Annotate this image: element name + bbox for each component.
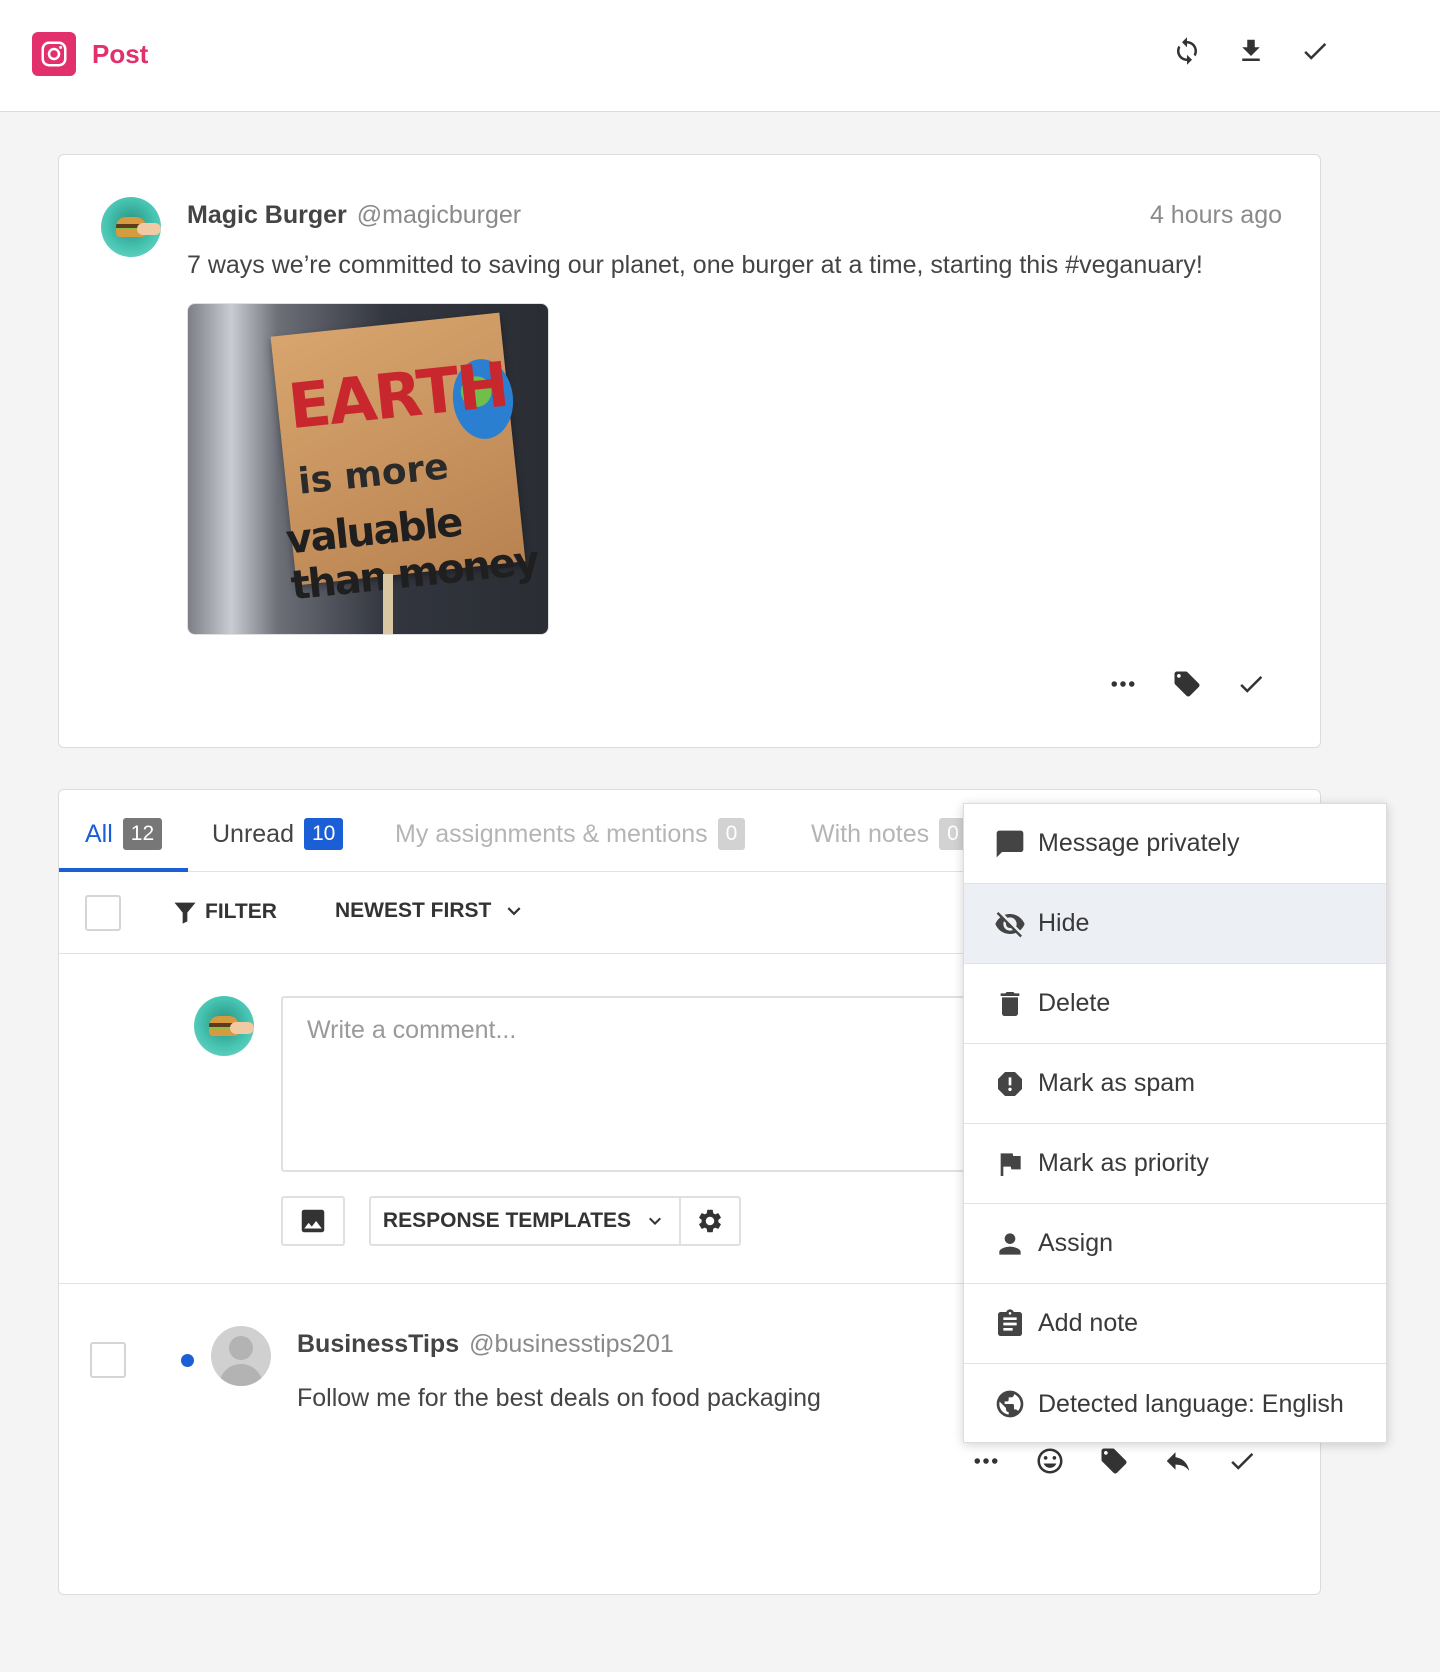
- template-settings-button[interactable]: [679, 1196, 741, 1246]
- avatar: [211, 1326, 271, 1386]
- instagram-icon: [32, 32, 76, 76]
- flag-icon: [1000, 1152, 1021, 1176]
- menu-item-detected-language[interactable]: Detected language: English: [964, 1364, 1386, 1444]
- person-body: [219, 1364, 263, 1386]
- menu-item-label: Detected language: English: [1038, 1389, 1344, 1418]
- author-name[interactable]: Magic Burger: [187, 201, 347, 229]
- header-actions: [1170, 34, 1332, 68]
- clipboard-icon: [998, 1308, 1022, 1336]
- chevron-down-icon: [507, 907, 521, 916]
- more-icon[interactable]: [969, 1444, 1003, 1478]
- chat-bubble-icon: [996, 830, 1024, 857]
- reply-icon[interactable]: [1161, 1444, 1195, 1478]
- filter-label: FILTER: [205, 900, 277, 923]
- tag-icon[interactable]: [1170, 667, 1204, 701]
- globe-icon: [996, 1390, 1024, 1418]
- post-image[interactable]: EARTH is more valuable than money: [187, 303, 549, 635]
- menu-item-label: Add note: [1038, 1309, 1139, 1337]
- menu-item-label: Delete: [1038, 989, 1111, 1017]
- menu-item-mark-spam[interactable]: Mark as spam: [964, 1044, 1386, 1124]
- sort-label: NEWEST FIRST: [335, 899, 492, 922]
- post-text: 7 ways we’re committed to saving our pla…: [187, 251, 1203, 279]
- filter-button[interactable]: FILTER: [171, 898, 277, 926]
- author-handle: @businesstips201: [469, 1330, 674, 1358]
- comment-action-menu: Message privately Hide Delete Mark as sp…: [963, 803, 1387, 1443]
- menu-item-label: Assign: [1038, 1229, 1114, 1257]
- tab-label: All: [85, 819, 113, 848]
- eye-off-icon: [995, 911, 1025, 937]
- unread-indicator: [181, 1354, 194, 1367]
- menu-item-label: Mark as priority: [1038, 1149, 1209, 1177]
- check-icon[interactable]: [1225, 1444, 1259, 1478]
- count-badge: 10: [304, 818, 344, 850]
- tab-label: Unread: [212, 819, 294, 848]
- post-author: Magic Burger @magicburger: [187, 201, 521, 230]
- tab-all[interactable]: All 12: [85, 818, 163, 850]
- menu-item-message-privately[interactable]: Message privately: [964, 804, 1386, 884]
- menu-item-label: Hide: [1038, 909, 1090, 937]
- menu-item-assign[interactable]: Assign: [964, 1204, 1386, 1284]
- author-handle: @magicburger: [356, 201, 522, 229]
- menu-item-label: Mark as spam: [1038, 1069, 1195, 1097]
- sign-stick: [383, 574, 393, 634]
- post-actions: [1106, 667, 1268, 701]
- comment-text: Follow me for the best deals on food pac…: [297, 1384, 821, 1412]
- menu-item-label: Message privately: [1038, 829, 1240, 857]
- post-timestamp: 4 hours ago: [1149, 201, 1282, 229]
- templates-label: RESPONSE TEMPLATES: [382, 1209, 632, 1232]
- attach-image-button[interactable]: [281, 1196, 345, 1246]
- menu-item-add-note[interactable]: Add note: [964, 1284, 1386, 1364]
- tab-unread[interactable]: Unread 10: [212, 818, 344, 850]
- spam-icon: [998, 1071, 1022, 1096]
- menu-item-hide[interactable]: Hide: [964, 884, 1386, 964]
- chevron-down-icon: [649, 1217, 662, 1225]
- response-templates-button[interactable]: RESPONSE TEMPLATES: [369, 1196, 681, 1246]
- trash-icon: [1000, 991, 1020, 1016]
- post-card: Magic Burger @magicburger 4 hours ago 7 w…: [58, 154, 1321, 748]
- gear-icon: [699, 1209, 721, 1233]
- check-icon[interactable]: [1298, 34, 1332, 68]
- person-icon: [999, 1232, 1021, 1255]
- hand-image: [137, 223, 161, 235]
- download-icon[interactable]: [1234, 34, 1268, 68]
- page-title: Post: [92, 38, 149, 69]
- tag-icon[interactable]: [1097, 1444, 1131, 1478]
- smiley-icon[interactable]: [1033, 1444, 1067, 1478]
- hand-image: [230, 1022, 254, 1034]
- funnel-icon: [174, 902, 196, 924]
- more-icon[interactable]: [1106, 667, 1140, 701]
- tab-my-assignments[interactable]: My assignments & mentions 0: [395, 818, 746, 850]
- count-badge: 0: [717, 818, 746, 850]
- top-bar: Post: [0, 0, 1440, 112]
- count-badge: 12: [122, 818, 163, 850]
- menu-item-mark-priority[interactable]: Mark as priority: [964, 1124, 1386, 1204]
- tab-label: My assignments & mentions: [395, 819, 708, 848]
- brand: Post: [32, 32, 148, 76]
- tab-label: With notes: [811, 819, 930, 848]
- menu-item-delete[interactable]: Delete: [964, 964, 1386, 1044]
- comment-actions: [969, 1444, 1259, 1478]
- person-head: [229, 1336, 253, 1360]
- avatar: [101, 197, 161, 257]
- sort-dropdown[interactable]: NEWEST FIRST: [335, 898, 527, 924]
- tab-with-notes[interactable]: With notes 0: [811, 818, 967, 850]
- avatar: [194, 996, 254, 1056]
- refresh-icon[interactable]: [1170, 34, 1204, 68]
- select-all-checkbox[interactable]: [85, 895, 121, 931]
- image-icon: [301, 1209, 325, 1233]
- comment-checkbox[interactable]: [90, 1342, 126, 1378]
- check-icon[interactable]: [1234, 667, 1268, 701]
- comment-author: BusinessTips @businesstips201: [297, 1330, 674, 1359]
- author-name[interactable]: BusinessTips: [297, 1330, 459, 1358]
